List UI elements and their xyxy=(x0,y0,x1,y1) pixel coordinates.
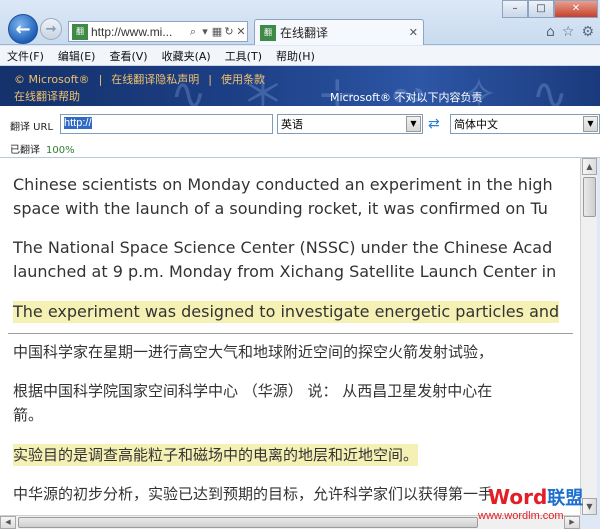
menu-favorites[interactable]: 收藏夹(A) xyxy=(155,48,218,64)
translation-toolbar: 翻译 URL http:// 英语 ▼ ⇄ 简体中文 ▼ 已翻译 100% xyxy=(0,106,600,158)
menu-bar: 文件(F) 编辑(E) 查看(V) 收藏夹(A) 工具(T) 帮助(H) xyxy=(0,46,600,66)
separator: | xyxy=(208,73,212,86)
translation-status: 已翻译 100% xyxy=(10,141,75,156)
stop-icon[interactable]: ✕ xyxy=(235,25,247,38)
watermark-logo-zh: 联盟 xyxy=(547,488,584,509)
menu-edit[interactable]: 编辑(E) xyxy=(51,48,103,64)
source-language-select[interactable]: 英语 ▼ xyxy=(277,114,423,134)
chevron-down-icon[interactable]: ▼ xyxy=(583,116,598,132)
address-bar[interactable]: 翻 http://www.mi... ⌕ ▾ ▦ ↻ ✕ xyxy=(68,21,248,42)
horizontal-scroll-thumb[interactable] xyxy=(18,517,478,528)
separator: | xyxy=(98,73,103,86)
translated-label: 已翻译 xyxy=(10,145,40,156)
close-window-button[interactable]: ✕ xyxy=(554,0,598,18)
chinese-paragraph-2-line-1: 根据中国科学院国家空间科学中心 （华源） 说： 从西昌卫星发射中心在 xyxy=(13,382,493,400)
watermark-site: www.wordlm.com xyxy=(478,510,564,522)
vertical-scroll-thumb[interactable] xyxy=(583,177,596,217)
tab-title: 在线翻译 xyxy=(280,26,329,40)
english-paragraph-1-line-1: Chinese scientists on Monday conducted a… xyxy=(13,175,553,194)
disclaimer-text: Microsoft® 不对以下内容负责 xyxy=(330,91,483,104)
watermark-logo: Word联盟 xyxy=(488,484,583,510)
menu-view[interactable]: 查看(V) xyxy=(102,48,154,64)
watermark-logo-word: Word xyxy=(488,485,548,509)
privacy-link[interactable]: 在线翻译隐私声明 xyxy=(111,73,199,86)
menu-file[interactable]: 文件(F) xyxy=(0,48,51,64)
brand-label: © Microsoft® xyxy=(14,73,90,86)
url-input[interactable]: http:// xyxy=(60,114,273,134)
tab-close-icon[interactable]: ✕ xyxy=(409,26,418,39)
chinese-paragraph-2-line-2: 箭。 xyxy=(13,406,44,424)
translated-percent: 100% xyxy=(46,145,75,156)
menu-tools[interactable]: 工具(T) xyxy=(218,48,269,64)
address-url[interactable]: http://www.mi... xyxy=(91,25,187,39)
watermark: Word联盟 www.wordlm.com xyxy=(478,484,598,528)
translator-banner: ∿ ＊ ⊹ ∾ ✧ ∿ © Microsoft® | 在线翻译隐私声明 | 使用条款 在… xyxy=(0,66,600,106)
back-button[interactable]: ← xyxy=(8,14,38,44)
favorites-star-icon[interactable]: ☆ xyxy=(562,24,575,40)
chinese-paragraph-3-highlighted: 实验目的是调查高能粒子和磁场中的电离的地层和近地空间。 xyxy=(13,444,419,466)
browser-title-bar: ← → 翻 http://www.mi... ⌕ ▾ ▦ ↻ ✕ 翻 在线翻译 … xyxy=(0,0,600,45)
dropdown-icon[interactable]: ▾ xyxy=(199,25,211,38)
scroll-up-icon[interactable]: ▲ xyxy=(582,158,597,175)
help-link[interactable]: 在线翻译帮助 xyxy=(14,88,80,104)
forward-button[interactable]: → xyxy=(40,18,62,40)
browser-toolbar-icons: ⌂ ☆ ⚙ xyxy=(546,24,594,40)
tools-gear-icon[interactable]: ⚙ xyxy=(581,24,594,40)
search-icon[interactable]: ⌕ xyxy=(187,25,199,39)
source-language-value: 英语 xyxy=(281,118,303,131)
target-language-select[interactable]: 简体中文 ▼ xyxy=(450,114,600,134)
tab-online-translation[interactable]: 翻 在线翻译 ✕ xyxy=(254,19,424,45)
english-paragraph-2-line-1: The National Space Science Center (NSSC)… xyxy=(13,238,553,257)
refresh-icon[interactable]: ↻ xyxy=(223,25,235,38)
window-controls: – □ ✕ xyxy=(502,0,598,18)
chevron-down-icon[interactable]: ▼ xyxy=(406,116,421,132)
menu-help[interactable]: 帮助(H) xyxy=(269,48,322,64)
url-label: 翻译 URL xyxy=(10,122,54,133)
terms-link[interactable]: 使用条款 xyxy=(221,73,265,86)
site-favicon-icon: 翻 xyxy=(72,23,88,40)
swap-languages-icon[interactable]: ⇄ xyxy=(428,116,440,132)
compat-view-icon[interactable]: ▦ xyxy=(211,25,223,38)
url-input-value: http:// xyxy=(64,117,92,129)
tab-favicon-icon: 翻 xyxy=(260,24,276,41)
forward-arrow-icon: → xyxy=(45,21,57,37)
scroll-left-icon[interactable]: ◀ xyxy=(0,516,16,529)
vertical-scrollbar[interactable]: ▲ ▼ xyxy=(580,158,597,515)
chinese-paragraph-1-line-1: 中国科学家在星期一进行高空大气和地球附近空间的探空火箭发射试验， xyxy=(13,343,494,361)
english-paragraph-1-line-2: space with the launch of a sounding rock… xyxy=(13,199,548,218)
back-arrow-icon: ← xyxy=(15,18,31,40)
translated-page-content: Chinese scientists on Monday conducted a… xyxy=(0,158,580,515)
section-divider xyxy=(8,333,573,334)
english-paragraph-2-line-2: launched at 9 p.m. Monday from Xichang S… xyxy=(13,262,557,281)
english-paragraph-3-highlighted: The experiment was designed to investiga… xyxy=(13,301,560,323)
maximize-button[interactable]: □ xyxy=(528,0,554,18)
minimize-button[interactable]: – xyxy=(502,0,528,18)
banner-top-row: © Microsoft® | 在线翻译隐私声明 | 使用条款 xyxy=(14,71,265,87)
home-icon[interactable]: ⌂ xyxy=(546,24,555,40)
chinese-paragraph-4-line-1: 中华源的初步分析，实验已达到预期的目标，允许科学家们以获得第一手 xyxy=(13,485,494,503)
target-language-value: 简体中文 xyxy=(454,118,498,131)
